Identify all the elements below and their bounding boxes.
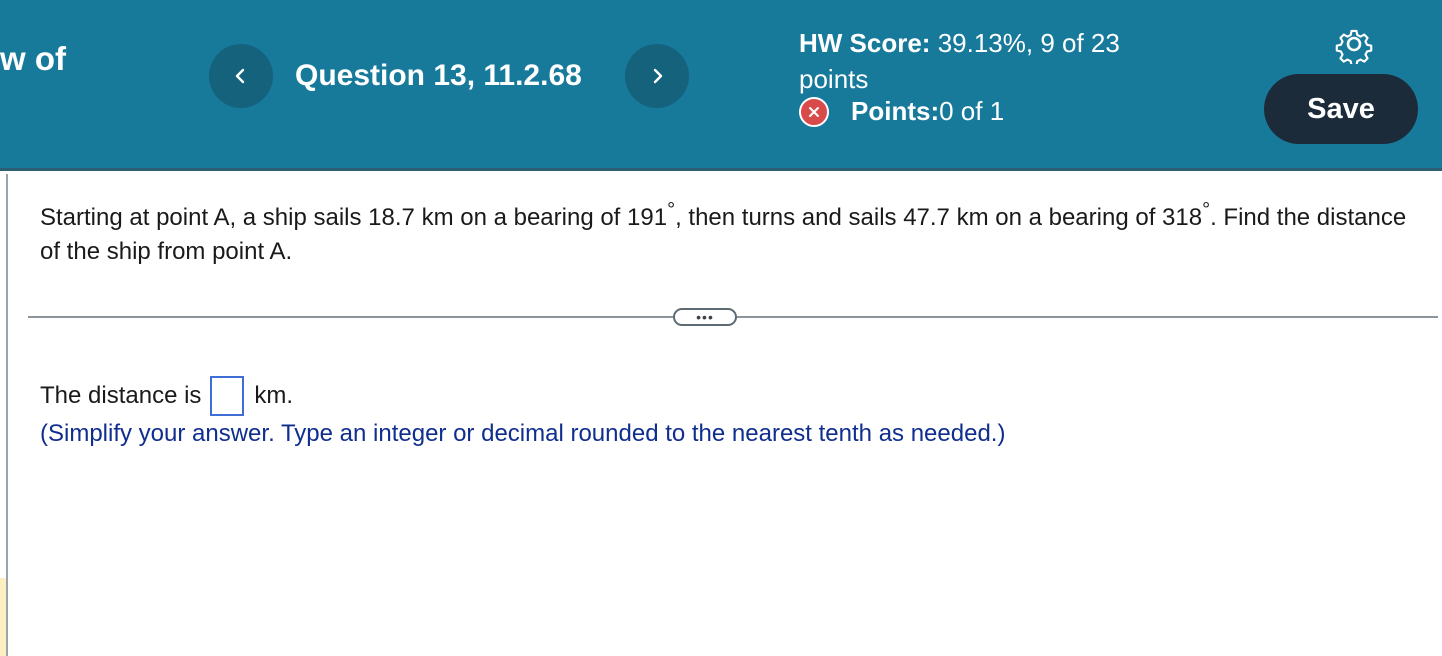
answer-suffix: km. bbox=[254, 382, 294, 409]
gear-icon[interactable] bbox=[1334, 24, 1374, 64]
points-label: Points: bbox=[851, 96, 940, 126]
left-border bbox=[6, 174, 8, 656]
show-more-button[interactable]: ••• bbox=[673, 308, 737, 326]
hw-score-label: HW Score: bbox=[799, 28, 931, 58]
assignment-title: w of bbox=[0, 40, 66, 77]
question-text-part1: Starting at point A, a ship sails 18.7 k… bbox=[40, 204, 668, 231]
next-question-button[interactable] bbox=[625, 44, 689, 108]
answer-prefix: The distance is bbox=[40, 382, 202, 409]
degree-symbol: ° bbox=[1202, 199, 1211, 221]
answer-hint: (Simplify your answer. Type an integer o… bbox=[40, 420, 1006, 447]
answer-input[interactable] bbox=[210, 376, 245, 416]
chevron-right-icon bbox=[653, 68, 663, 84]
answer-line: The distance is km. bbox=[40, 376, 293, 416]
save-button[interactable]: Save bbox=[1264, 74, 1418, 144]
points-value: 0 of 1 bbox=[939, 96, 1005, 126]
header-bar: w of Question 13, 11.2.68 HW Score: 39.1… bbox=[0, 0, 1442, 171]
x-circle-icon bbox=[799, 96, 829, 127]
question-text: Starting at point A, a ship sails 18.7 k… bbox=[40, 193, 1420, 269]
hw-score: HW Score: 39.13%, 9 of 23 points bbox=[799, 25, 1169, 97]
chevron-left-icon bbox=[235, 68, 245, 84]
degree-symbol: ° bbox=[667, 199, 676, 221]
question-text-part2: , then turns and sails 47.7 km on a bear… bbox=[675, 204, 1203, 231]
points-status: Points: 0 of 1 bbox=[799, 96, 1004, 127]
left-highlight bbox=[0, 578, 6, 656]
question-title: Question 13, 11.2.68 bbox=[295, 59, 582, 92]
previous-question-button[interactable] bbox=[209, 44, 273, 108]
